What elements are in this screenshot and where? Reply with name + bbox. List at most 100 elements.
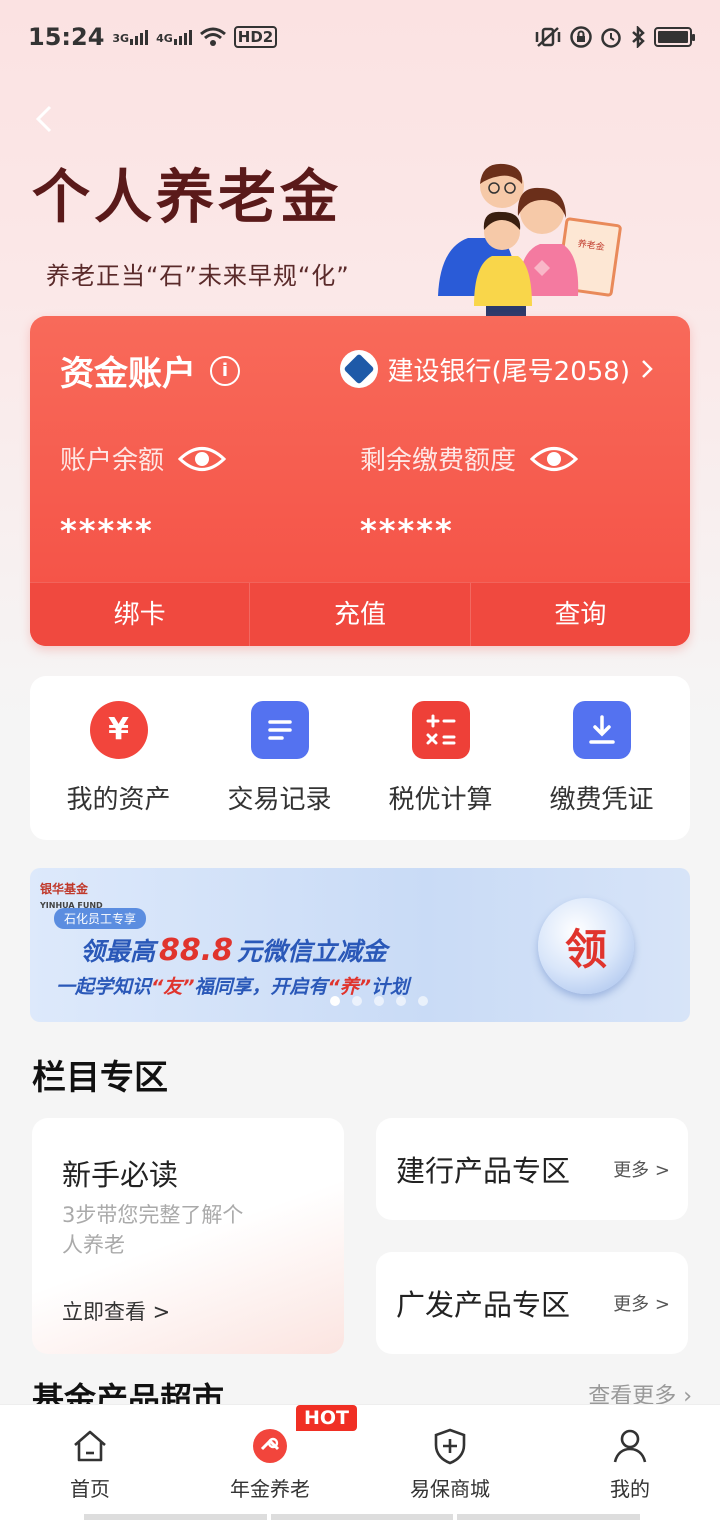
tab-label: 年金养老 bbox=[230, 1477, 310, 1501]
subline-highlight: “养” bbox=[327, 976, 371, 998]
quick-my-assets[interactable]: ¥ 我的资产 bbox=[44, 700, 194, 816]
download-icon bbox=[572, 700, 631, 759]
account-title-row: 资金账户 i bbox=[60, 346, 240, 395]
quick-label: 税优计算 bbox=[388, 784, 493, 815]
tab-mall[interactable]: 易保商城 bbox=[360, 1405, 540, 1520]
headline-part: 领最高 bbox=[80, 937, 156, 966]
newbie-desc: 3步带您完整了解个人养老 bbox=[62, 1203, 244, 1257]
quick-actions: ¥ 我的资产 交易记录 税优计算 缴费凭证 bbox=[30, 676, 690, 840]
tab-label: 首页 bbox=[70, 1477, 110, 1501]
pension-icon bbox=[253, 1429, 287, 1463]
hd-icon: HD2 bbox=[233, 26, 278, 48]
calculator-icon bbox=[411, 700, 470, 759]
banner-brand: 银华基金 YINHUA FUND bbox=[40, 880, 103, 911]
more-link[interactable]: 更多 > bbox=[613, 1156, 670, 1182]
banner-tag: 石化员工专享 bbox=[54, 908, 147, 929]
more-link[interactable]: 更多 > bbox=[613, 1290, 670, 1316]
info-icon[interactable]: i bbox=[210, 355, 240, 386]
subline-part: 计划 bbox=[371, 976, 410, 998]
page-subtitle: 养老正当“石”未来早规“化” bbox=[46, 262, 350, 290]
home-icon bbox=[74, 1430, 106, 1462]
net2-label: 4G bbox=[156, 31, 173, 45]
bluetooth-icon bbox=[632, 26, 645, 48]
quota-value: ***** bbox=[360, 512, 454, 550]
person-icon bbox=[613, 1429, 647, 1463]
carousel-dot[interactable] bbox=[330, 996, 340, 1006]
headline-amount: 88.8 bbox=[159, 933, 234, 968]
gf-products-card[interactable]: 广发产品专区 更多 > bbox=[376, 1252, 688, 1354]
page-title: 个人养老金 bbox=[32, 163, 343, 231]
ccb-products-card[interactable]: 建行产品专区 更多 > bbox=[376, 1118, 688, 1220]
hot-badge: HOT bbox=[296, 1405, 358, 1431]
tab-home[interactable]: 首页 bbox=[0, 1405, 180, 1520]
chevron-right-icon bbox=[642, 360, 653, 378]
ccb-logo-icon bbox=[339, 350, 378, 388]
quick-label: 交易记录 bbox=[227, 784, 332, 815]
status-right bbox=[534, 26, 695, 48]
promo-banner[interactable]: 银华基金 YINHUA FUND 石化员工专享 领最高 88.8 元微信立减金 一起… bbox=[30, 868, 690, 1022]
status-bar: 15:24 3G 4G HD2 bbox=[0, 0, 720, 74]
tab-label: 我的 bbox=[610, 1477, 650, 1501]
brand-name: 银华基金 bbox=[40, 882, 89, 896]
net1-label: 3G bbox=[112, 31, 130, 45]
carousel-dot[interactable] bbox=[352, 996, 362, 1006]
battery-icon bbox=[654, 27, 695, 47]
recharge-button[interactable]: 充值 bbox=[250, 583, 471, 646]
status-left: 15:24 3G 4G HD2 bbox=[28, 23, 278, 51]
balance-label: 账户余额 bbox=[60, 446, 165, 476]
newbie-guide-card[interactable]: 新手必读 3步带您完整了解个人养老 立即查看 > bbox=[32, 1118, 344, 1354]
eye-icon[interactable] bbox=[178, 444, 227, 474]
claim-button[interactable]: 领 bbox=[538, 898, 634, 994]
vibrate-mute-icon bbox=[535, 27, 561, 47]
lock-icon bbox=[570, 26, 592, 48]
bind-card-button[interactable]: 绑卡 bbox=[30, 583, 251, 646]
tab-pension[interactable]: HOT 年金养老 bbox=[180, 1405, 360, 1520]
balance-label-row: 账户余额 bbox=[60, 440, 227, 477]
subline-part: 一起学知识 bbox=[56, 976, 152, 998]
account-title: 资金账户 bbox=[60, 354, 196, 394]
zone-title: 建行产品专区 bbox=[396, 1154, 571, 1188]
signal-4g-icon: 4G bbox=[156, 29, 192, 45]
account-actions: 绑卡 充值 查询 bbox=[30, 582, 690, 646]
balance-value: ***** bbox=[60, 512, 154, 550]
tab-label: 易保商城 bbox=[410, 1477, 490, 1501]
signal-3g-icon: 3G bbox=[112, 29, 149, 45]
alarm-icon bbox=[601, 28, 621, 48]
shield-plus-icon bbox=[434, 1428, 466, 1465]
fund-account-card: 资金账户 i 建设银行(尾号2058) 账户余额 剩余缴费额度 ***** **… bbox=[30, 316, 690, 646]
zone-title: 广发产品专区 bbox=[396, 1288, 571, 1322]
banner-headline: 领最高 88.8 元微信立减金 bbox=[80, 932, 387, 968]
quick-label: 我的资产 bbox=[66, 784, 171, 815]
bottom-tab-bar: 首页 HOT 年金养老 易保商城 我的 bbox=[0, 1404, 720, 1520]
carousel-dot[interactable] bbox=[374, 996, 384, 1006]
chevron-left-icon bbox=[35, 105, 52, 133]
carousel-dot[interactable] bbox=[396, 996, 406, 1006]
newbie-title: 新手必读 bbox=[62, 1158, 179, 1192]
gesture-bar bbox=[84, 1514, 641, 1520]
wifi-icon bbox=[199, 27, 226, 46]
subline-part: 福同享，开启有 bbox=[194, 976, 328, 998]
status-time: 15:24 bbox=[28, 23, 105, 51]
bank-selector[interactable]: 建设银行(尾号2058) bbox=[339, 350, 654, 388]
quick-tax-calc[interactable]: 税优计算 bbox=[366, 700, 516, 816]
tab-mine[interactable]: 我的 bbox=[540, 1405, 720, 1520]
headline-part: 元微信立减金 bbox=[237, 937, 388, 966]
carousel-dot[interactable] bbox=[418, 996, 428, 1006]
family-illustration: 养老金 bbox=[438, 163, 622, 318]
query-button[interactable]: 查询 bbox=[471, 583, 690, 646]
quota-label-row: 剩余缴费额度 bbox=[360, 440, 579, 477]
eye-icon[interactable] bbox=[530, 444, 579, 474]
quick-label: 缴费凭证 bbox=[549, 784, 654, 815]
back-button[interactable] bbox=[34, 104, 62, 134]
subline-highlight: “友” bbox=[151, 976, 195, 998]
banner-subline: 一起学知识“友”福同享，开启有“养”计划 bbox=[56, 972, 409, 999]
quota-label: 剩余缴费额度 bbox=[360, 446, 517, 476]
quick-transactions[interactable]: 交易记录 bbox=[205, 700, 355, 816]
yen-icon: ¥ bbox=[89, 700, 148, 759]
view-now-link[interactable]: 立即查看 > bbox=[62, 1296, 170, 1326]
section-title: 栏目专区 bbox=[32, 1058, 168, 1098]
quick-payment-voucher[interactable]: 缴费凭证 bbox=[527, 700, 677, 816]
bank-name: 建设银行(尾号2058) bbox=[387, 356, 630, 387]
carousel-dots bbox=[330, 996, 428, 1006]
document-icon bbox=[250, 700, 309, 759]
